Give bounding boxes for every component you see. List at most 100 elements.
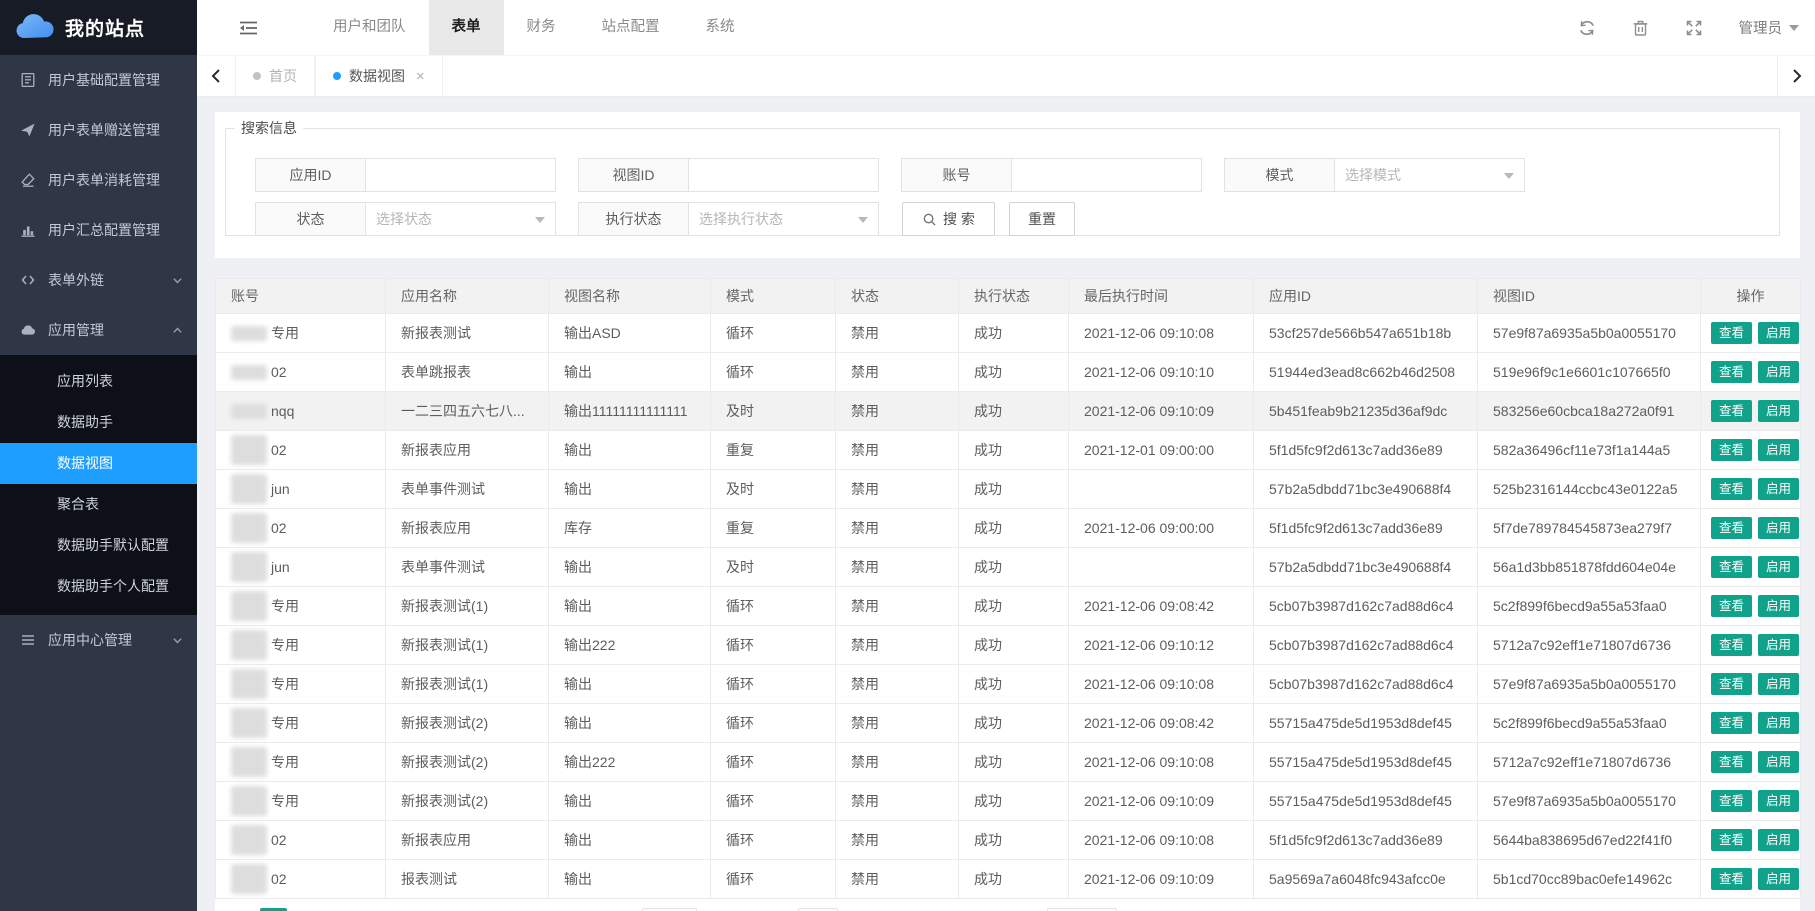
view-button[interactable]: 查看 <box>1711 634 1752 657</box>
sidebar-item-6[interactable]: 应用中心管理 <box>0 615 197 665</box>
send-icon <box>20 122 37 139</box>
submenu-item-4[interactable]: 数据助手默认配置 <box>0 525 197 566</box>
view-button[interactable]: 查看 <box>1711 322 1752 345</box>
view-button[interactable]: 查看 <box>1711 556 1752 579</box>
cell-app-id: 5cb07b3987d162c7ad88d6c4 <box>1254 626 1478 665</box>
close-icon[interactable]: × <box>416 68 425 85</box>
top-menu-item-0[interactable]: 用户和团队 <box>310 0 429 55</box>
top-menu-item-3[interactable]: 站点配置 <box>579 0 683 55</box>
view-button[interactable]: 查看 <box>1711 712 1752 735</box>
submenu-item-3[interactable]: 聚合表 <box>0 484 197 525</box>
view-button[interactable]: 查看 <box>1711 361 1752 384</box>
enable-button[interactable]: 启用 <box>1758 556 1799 579</box>
view-button[interactable]: 查看 <box>1711 673 1752 696</box>
sidebar-submenu: 应用列表数据助手数据视图聚合表数据助手默认配置数据助手个人配置 <box>0 355 197 615</box>
cell-exec-status: 成功 <box>959 431 1069 470</box>
cell-exec-status: 成功 <box>959 860 1069 899</box>
view-button[interactable]: 查看 <box>1711 517 1752 540</box>
cell-account: jun <box>216 470 386 509</box>
enable-button[interactable]: 启用 <box>1758 595 1799 618</box>
view-button[interactable]: 查看 <box>1711 595 1752 618</box>
sidebar-item-label: 应用中心管理 <box>48 630 132 650</box>
enable-button[interactable]: 启用 <box>1758 361 1799 384</box>
field-label: 应用ID <box>255 158 365 192</box>
tab-data-view[interactable]: 数据视图 × <box>315 56 443 96</box>
trash-icon[interactable] <box>1632 19 1649 37</box>
sidebar-item-1[interactable]: 用户表单赠送管理 <box>0 105 197 155</box>
cell-last-exec-time: 2021-12-06 09:08:42 <box>1069 704 1254 743</box>
enable-button[interactable]: 启用 <box>1758 829 1799 852</box>
enable-button[interactable]: 启用 <box>1758 712 1799 735</box>
cell-status: 禁用 <box>836 587 959 626</box>
reset-button[interactable]: 重置 <box>1009 202 1075 236</box>
cell-mode: 重复 <box>711 509 836 548</box>
cell-view-id: 5712a7c92eff1e71807d6736 <box>1478 626 1701 665</box>
cell-actions: 查看启用 <box>1701 626 1801 665</box>
sidebar-toggle-icon[interactable] <box>239 20 258 36</box>
search-panel: 搜索信息 应用ID 视图ID 账号 模式 选择模式 <box>215 112 1800 258</box>
cell-view-name: 输出 <box>549 821 711 860</box>
enable-button[interactable]: 启用 <box>1758 673 1799 696</box>
sidebar-item-2[interactable]: 用户表单消耗管理 <box>0 155 197 205</box>
tabs-scroll-right-icon[interactable] <box>1777 56 1815 96</box>
enable-button[interactable]: 启用 <box>1758 868 1799 891</box>
account-input[interactable] <box>1011 158 1202 192</box>
submenu-item-5[interactable]: 数据助手个人配置 <box>0 566 197 607</box>
enable-button[interactable]: 启用 <box>1758 400 1799 423</box>
view-button[interactable]: 查看 <box>1711 790 1752 813</box>
view-button[interactable]: 查看 <box>1711 751 1752 774</box>
table-row-1: 02表单跳报表输出循环禁用成功2021-12-06 09:10:1051944e… <box>216 353 1801 392</box>
cell-app-id: 5cb07b3987d162c7ad88d6c4 <box>1254 587 1478 626</box>
status-select[interactable]: 选择状态 <box>365 202 556 236</box>
refresh-icon[interactable] <box>1578 19 1596 37</box>
view-button[interactable]: 查看 <box>1711 400 1752 423</box>
mode-select[interactable]: 选择模式 <box>1334 158 1525 192</box>
enable-button[interactable]: 启用 <box>1758 439 1799 462</box>
view-button[interactable]: 查看 <box>1711 868 1752 891</box>
redacted-account-blur <box>231 365 267 380</box>
user-menu[interactable]: 管理员 <box>1739 17 1800 38</box>
top-menu-item-1-active[interactable]: 表单 <box>429 0 504 55</box>
cell-view-id: 519e96f9c1e6601c107665f0 <box>1478 353 1701 392</box>
top-menu-item-4[interactable]: 系统 <box>683 0 758 55</box>
tabs-scroll-left-icon[interactable] <box>197 56 235 96</box>
enable-button[interactable]: 启用 <box>1758 517 1799 540</box>
sidebar-item-3[interactable]: 用户汇总配置管理 <box>0 205 197 255</box>
submenu-item-1[interactable]: 数据助手 <box>0 402 197 443</box>
enable-button[interactable]: 启用 <box>1758 790 1799 813</box>
cell-app-name: 新报表测试(1) <box>386 665 549 704</box>
search-button[interactable]: 搜 索 <box>902 202 995 236</box>
topbar: 用户和团队表单财务站点配置系统 <box>197 0 1815 55</box>
table-row-6: jun表单事件测试输出及时禁用成功57b2a5dbdd71bc3e490688f… <box>216 548 1801 587</box>
enable-button[interactable]: 启用 <box>1758 751 1799 774</box>
view-button[interactable]: 查看 <box>1711 478 1752 501</box>
fullscreen-icon[interactable] <box>1685 19 1703 37</box>
exec-status-select[interactable]: 选择执行状态 <box>688 202 879 236</box>
sidebar-item-0[interactable]: 用户基础配置管理 <box>0 55 197 105</box>
chevron-down-icon <box>172 635 183 646</box>
view-id-input[interactable] <box>688 158 879 192</box>
top-menu-item-2[interactable]: 财务 <box>504 0 579 55</box>
enable-button[interactable]: 启用 <box>1758 634 1799 657</box>
enable-button[interactable]: 启用 <box>1758 322 1799 345</box>
sidebar-item-4[interactable]: 表单外链 <box>0 255 197 305</box>
sidebar-item-label: 用户基础配置管理 <box>48 70 160 90</box>
cell-actions: 查看启用 <box>1701 782 1801 821</box>
search-legend: 搜索信息 <box>235 118 303 138</box>
app-id-input[interactable] <box>365 158 556 192</box>
enable-button[interactable]: 启用 <box>1758 478 1799 501</box>
cell-last-exec-time: 2021-12-06 09:10:09 <box>1069 860 1254 899</box>
redacted-account-blur <box>231 474 267 504</box>
redacted-account-blur <box>231 326 267 341</box>
sidebar-item-5[interactable]: 应用管理 <box>0 305 197 355</box>
cell-account: 02 <box>216 353 386 392</box>
sidebar-item-label: 用户表单赠送管理 <box>48 120 160 140</box>
view-button[interactable]: 查看 <box>1711 439 1752 462</box>
data-table: 账号应用名称视图名称模式状态执行状态最后执行时间应用ID视图ID操作专用新报表测… <box>215 278 1801 899</box>
tab-home[interactable]: 首页 <box>235 56 315 96</box>
sidebar-item-label: 用户汇总配置管理 <box>48 220 160 240</box>
submenu-item-2-active[interactable]: 数据视图 <box>0 443 197 484</box>
view-button[interactable]: 查看 <box>1711 829 1752 852</box>
submenu-item-0[interactable]: 应用列表 <box>0 361 197 402</box>
data-table-panel: 账号应用名称视图名称模式状态执行状态最后执行时间应用ID视图ID操作专用新报表测… <box>215 278 1800 911</box>
